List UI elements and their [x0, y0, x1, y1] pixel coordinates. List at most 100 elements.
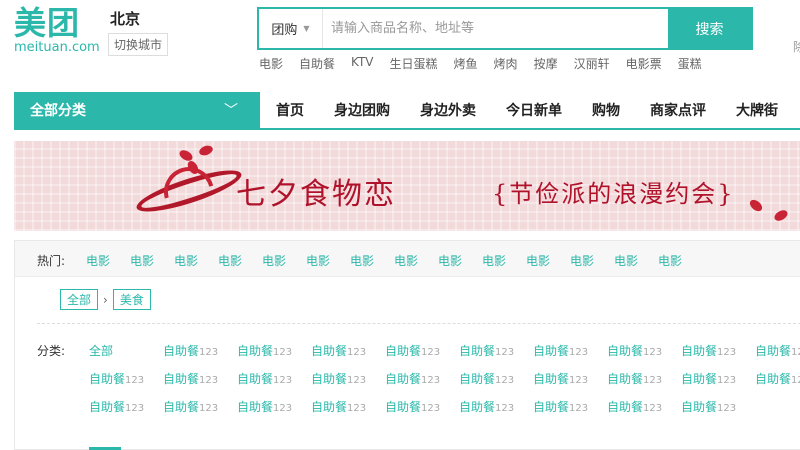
- logo[interactable]: 美团 meituan.com: [14, 6, 100, 55]
- category-count: 123: [791, 347, 800, 358]
- category-item[interactable]: 自助餐123: [755, 342, 800, 370]
- breadcrumb-food[interactable]: 美食: [112, 289, 151, 310]
- category-item[interactable]: 自助餐123: [311, 342, 385, 370]
- hotword-link[interactable]: 生日蛋糕: [390, 55, 438, 72]
- nav-item-nearby-delivery[interactable]: 身边外卖: [420, 92, 476, 130]
- category-item[interactable]: 自助餐123: [681, 342, 755, 370]
- all-categories-button[interactable]: 全部分类 ﹀: [14, 92, 260, 130]
- category-item[interactable]: 自助餐123: [237, 398, 311, 426]
- category-item[interactable]: 自助餐123: [681, 370, 755, 398]
- hotword-link[interactable]: 按摩: [534, 55, 558, 72]
- petal-decoration: [197, 143, 215, 158]
- nav-item-shopping[interactable]: 购物: [592, 92, 620, 130]
- category-name: 自助餐: [533, 400, 570, 414]
- category-item[interactable]: 自助餐123: [459, 398, 533, 426]
- category-name: 自助餐: [163, 372, 200, 386]
- category-item[interactable]: 自助餐123: [755, 370, 800, 398]
- hotword-link[interactable]: 烤肉: [494, 55, 518, 72]
- category-item[interactable]: 自助餐123: [385, 398, 459, 426]
- category-item[interactable]: 自助餐123: [89, 370, 163, 398]
- category-item[interactable]: 自助餐123: [163, 370, 237, 398]
- breadcrumb-all[interactable]: 全部: [60, 289, 99, 310]
- category-name: 自助餐: [163, 344, 200, 358]
- category-item[interactable]: 自助餐123: [163, 398, 237, 426]
- category-item[interactable]: 自助餐123: [533, 342, 607, 370]
- nav-item-nearby-deals[interactable]: 身边团购: [334, 92, 390, 130]
- category-item[interactable]: 自助餐123: [459, 370, 533, 398]
- switch-city-button[interactable]: 切换城市: [108, 33, 169, 56]
- hot-item[interactable]: 电影: [394, 252, 438, 269]
- category-row: 全部 自助餐123 自助餐123 自助餐123 自助餐123 自助餐123 自助餐123 自助…: [89, 342, 800, 370]
- category-count: 123: [273, 403, 293, 414]
- category-item[interactable]: 自助餐123: [607, 398, 681, 426]
- hot-item[interactable]: 电影: [86, 252, 130, 269]
- category-item[interactable]: 自助餐123: [237, 370, 311, 398]
- category-count: 123: [199, 403, 219, 414]
- category-name: 自助餐: [681, 400, 718, 414]
- category-item[interactable]: 自助餐123: [311, 370, 385, 398]
- header-right-link[interactable]: 除: [793, 38, 800, 55]
- category-item[interactable]: 自助餐123: [237, 342, 311, 370]
- hot-item[interactable]: 电影: [482, 252, 526, 269]
- category-item[interactable]: 自助餐123: [607, 370, 681, 398]
- hot-row: 热门: 电影 电影 电影 电影 电影 电影 电影 电影 电影 电影 电影 电影 …: [15, 241, 800, 277]
- hotword-link[interactable]: 烤鱼: [454, 55, 478, 72]
- category-name: 自助餐: [533, 344, 570, 358]
- category-count: 123: [199, 347, 219, 358]
- category-count: 123: [347, 403, 367, 414]
- category-item[interactable]: 自助餐123: [385, 370, 459, 398]
- hotword-link[interactable]: 自助餐: [299, 55, 335, 72]
- nav-item-brands[interactable]: 大牌街: [736, 92, 778, 130]
- hotword-link[interactable]: 电影: [259, 55, 283, 72]
- category-name: 自助餐: [385, 372, 422, 386]
- petal-decoration: [772, 208, 790, 223]
- category-item[interactable]: 自助餐123: [681, 398, 755, 426]
- category-name: 自助餐: [607, 372, 644, 386]
- logo-domain: meituan.com: [14, 40, 100, 55]
- search-type-select[interactable]: 团购 ▼: [259, 9, 323, 48]
- nav-item-home[interactable]: 首页: [276, 92, 304, 130]
- nav-item-new-today[interactable]: 今日新单: [506, 92, 562, 130]
- promo-banner[interactable]: 七夕食物恋 {节俭派的浪漫约会}: [14, 141, 800, 231]
- category-count: 123: [717, 375, 737, 386]
- hot-item[interactable]: 电影: [570, 252, 614, 269]
- hot-item[interactable]: 电影: [130, 252, 174, 269]
- hot-item[interactable]: 电影: [350, 252, 394, 269]
- hot-item[interactable]: 电影: [658, 252, 702, 269]
- category-item[interactable]: 自助餐123: [163, 342, 237, 370]
- category-label: 分类:: [37, 344, 66, 358]
- category-item[interactable]: 自助餐123: [607, 342, 681, 370]
- category-count: 123: [273, 375, 293, 386]
- hot-item[interactable]: 电影: [218, 252, 262, 269]
- category-name: 全部: [89, 344, 114, 358]
- hotword-link[interactable]: 电影票: [626, 55, 662, 72]
- search-input[interactable]: [323, 9, 668, 48]
- hotword-link[interactable]: KTV: [351, 55, 373, 72]
- hot-item[interactable]: 电影: [174, 252, 218, 269]
- category-name: 自助餐: [311, 400, 348, 414]
- hot-item[interactable]: 电影: [262, 252, 306, 269]
- category-name: 自助餐: [459, 372, 496, 386]
- category-count: 123: [643, 403, 663, 414]
- category-item[interactable]: 全部: [89, 342, 163, 370]
- logo-text: 美团: [14, 4, 81, 42]
- category-item[interactable]: 自助餐123: [533, 370, 607, 398]
- hotword-link[interactable]: 汉丽轩: [574, 55, 610, 72]
- category-item[interactable]: 自助餐123: [385, 342, 459, 370]
- category-item[interactable]: 自助餐123: [459, 342, 533, 370]
- hot-item[interactable]: 电影: [438, 252, 482, 269]
- category-count: 123: [495, 403, 515, 414]
- hot-item[interactable]: 电影: [526, 252, 570, 269]
- category-item[interactable]: 自助餐123: [311, 398, 385, 426]
- category-name: 自助餐: [755, 372, 792, 386]
- search-bar: 团购 ▼ 搜索: [257, 7, 753, 50]
- current-city: 北京: [110, 10, 141, 28]
- hot-item[interactable]: 电影: [614, 252, 658, 269]
- category-item[interactable]: 自助餐123: [533, 398, 607, 426]
- hot-item[interactable]: 电影: [306, 252, 350, 269]
- nav-item-reviews[interactable]: 商家点评: [650, 92, 706, 130]
- category-item[interactable]: 自助餐123: [89, 398, 163, 426]
- hotword-link[interactable]: 蛋糕: [678, 55, 702, 72]
- search-button[interactable]: 搜索: [668, 9, 751, 48]
- category-name: 自助餐: [459, 400, 496, 414]
